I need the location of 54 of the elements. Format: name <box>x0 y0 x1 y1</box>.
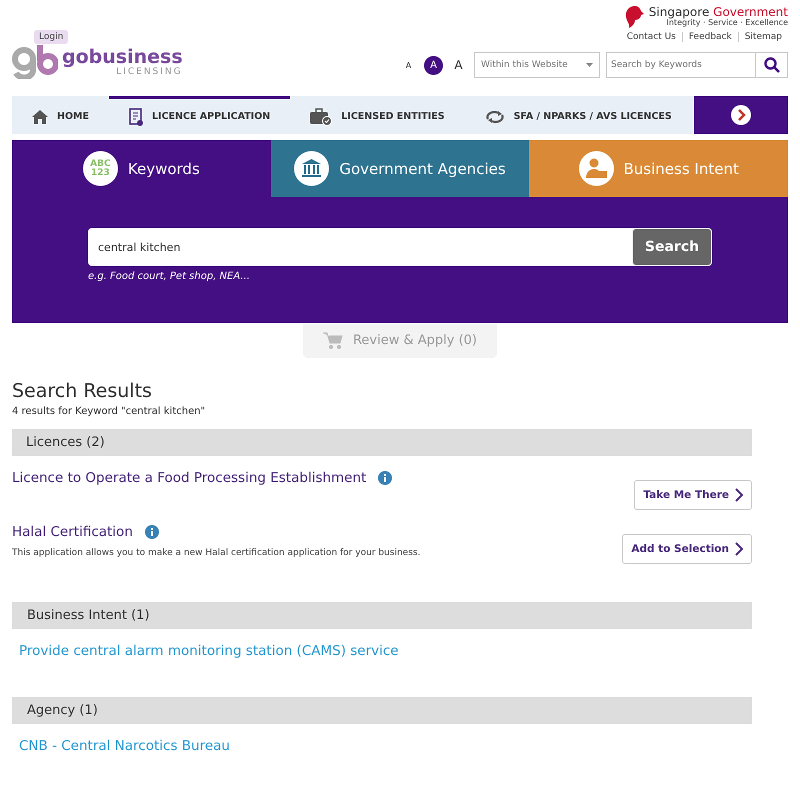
caret-icon <box>586 63 593 67</box>
nav-label: HOME <box>57 111 89 122</box>
search-hint: e.g. Food court, Pet shop, NEA... <box>88 271 251 282</box>
search-icon[interactable] <box>756 52 788 78</box>
cart-icon <box>322 332 343 350</box>
info-icon[interactable] <box>144 525 159 539</box>
nav-item[interactable]: SFA / NPARKS / AVS LICENCES <box>464 96 692 134</box>
search-button[interactable]: Search <box>632 228 712 266</box>
briefcase-icon <box>310 108 332 126</box>
nav-item[interactable]: LICENSED ENTITIES <box>290 96 465 134</box>
chevron-icon <box>735 542 743 556</box>
brand-subtitle: LICENSING <box>116 66 183 76</box>
abc-icon: ABC 123 <box>82 151 118 186</box>
tab-label: Government Agencies <box>339 160 506 178</box>
section-header: Business Intent (1) <box>12 602 752 629</box>
government-tagline: Integrity · Service · Excellence <box>666 19 788 28</box>
nav-label: LICENSED ENTITIES <box>341 111 445 122</box>
results-title: Search Results <box>12 380 153 402</box>
header-link[interactable]: Contact Us <box>620 32 682 42</box>
header-link[interactable]: Feedback <box>682 32 738 42</box>
search-field[interactable]: central kitchen Search <box>88 228 712 266</box>
government-name: Singapore Government <box>648 6 788 19</box>
chevron-icon <box>735 488 743 502</box>
info-icon[interactable] <box>378 471 392 485</box>
font-size-button[interactable]: A <box>449 56 468 74</box>
keyword-search-field[interactable]: Search by Keywords <box>606 52 756 78</box>
action-button[interactable]: Add to Selection <box>622 534 752 564</box>
search-tab[interactable]: Government Agencies <box>270 140 530 197</box>
nav-item[interactable]: LICENCE APPLICATION <box>108 96 290 134</box>
person-icon <box>578 151 614 186</box>
document-icon <box>128 108 143 126</box>
tab-label: Business Intent <box>624 160 739 178</box>
sync-icon <box>484 110 505 124</box>
nav-label: LICENCE APPLICATION <box>152 111 270 122</box>
nav-label: SFA / NPARKS / AVS LICENCES <box>514 111 672 122</box>
font-size-button[interactable]: A <box>424 56 443 74</box>
brand-name: gobusiness <box>62 48 183 66</box>
header-link[interactable]: Sitemap <box>738 32 788 42</box>
licence-description: This application allows you to make a new Halal certification application for your business. <box>12 548 420 558</box>
building-icon <box>294 151 330 186</box>
section-header: Agency (1) <box>12 697 752 724</box>
action-button[interactable]: Take Me There <box>634 480 752 510</box>
next-button[interactable] <box>694 96 788 134</box>
tab-label: Keywords <box>128 160 200 178</box>
login-button[interactable]: Login <box>34 30 68 44</box>
nav-item[interactable]: HOME <box>12 96 109 134</box>
licence-link[interactable]: Licence to Operate a Food Processing Establishment <box>12 470 366 486</box>
scope-dropdown[interactable]: Within this Website <box>474 52 600 78</box>
logo-icon <box>12 45 58 79</box>
licence-link[interactable]: Halal Certification <box>12 524 133 540</box>
home-icon <box>32 110 48 124</box>
results-summary: 4 results for Keyword "central kitchen" <box>12 406 206 417</box>
font-size-button[interactable]: A <box>399 56 418 74</box>
section-header: Licences (2) <box>12 429 752 456</box>
